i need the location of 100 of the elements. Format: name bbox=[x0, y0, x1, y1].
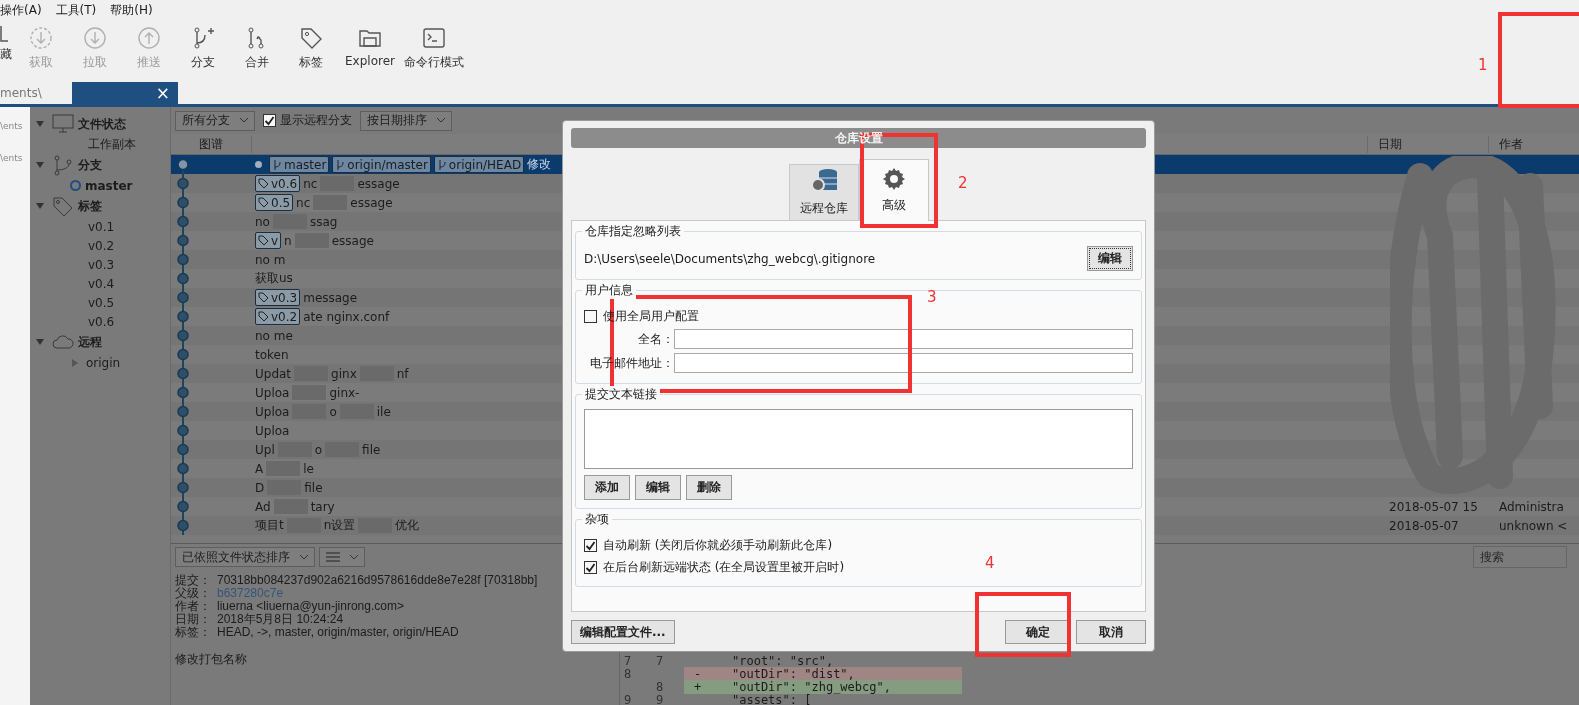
tag-icon bbox=[258, 292, 269, 303]
commit-message: ile bbox=[376, 404, 391, 419]
path-text: ments\ bbox=[0, 86, 43, 102]
commit-message: n bbox=[284, 233, 292, 248]
settings-tab[interactable]: 远程仓库 bbox=[788, 164, 859, 220]
tag-label: v0.2 bbox=[255, 308, 301, 325]
group-title: 提交文本链接 bbox=[582, 386, 660, 403]
commit-message: Updat bbox=[255, 366, 292, 381]
input-field[interactable] bbox=[674, 329, 1133, 349]
commit-message: Uploa bbox=[255, 385, 290, 400]
menu-item[interactable]: 操作(A) bbox=[0, 1, 42, 19]
annotation-number: 3 bbox=[927, 288, 937, 306]
commit-message: ginx- bbox=[329, 385, 360, 400]
commit-message: 修改 bbox=[527, 156, 552, 173]
tree-item[interactable]: v0.4 bbox=[30, 274, 170, 293]
commit-message: le bbox=[303, 461, 314, 476]
menu-item[interactable]: 工具(T) bbox=[55, 1, 97, 19]
tree-item[interactable]: v0.5 bbox=[30, 293, 170, 312]
checkbox[interactable] bbox=[584, 538, 597, 552]
tag-label: v0.6 bbox=[255, 175, 301, 192]
tree-item[interactable]: 工作副本 bbox=[30, 135, 170, 154]
list-button[interactable]: 添加 bbox=[584, 475, 630, 500]
pull-icon bbox=[83, 26, 107, 50]
toolbar-button[interactable]: Explorer bbox=[338, 26, 402, 68]
tree-item[interactable]: master bbox=[30, 176, 170, 195]
group-title: 用户信息 bbox=[582, 282, 636, 299]
branch-icon bbox=[191, 26, 215, 50]
terminal-icon bbox=[422, 26, 446, 50]
list-button[interactable]: 编辑 bbox=[635, 475, 681, 500]
checkbox[interactable] bbox=[584, 560, 597, 574]
tree-group[interactable]: 远程 bbox=[30, 331, 170, 353]
commit-message: ssag bbox=[309, 214, 338, 229]
toolbar-button[interactable]: 藏 bbox=[0, 26, 14, 63]
detail-value: HEAD, ->, master, origin/master, origin/HEAD bbox=[217, 625, 459, 639]
ok-button[interactable]: 确定 bbox=[1005, 620, 1070, 644]
tag-label: v bbox=[255, 232, 282, 249]
tree-item[interactable]: v0.1 bbox=[30, 217, 170, 236]
checkbox-label: 在后台刷新远端状态 (在全局设置里被开启时) bbox=[603, 558, 845, 576]
detail-label: 作者： bbox=[175, 599, 211, 613]
tree-item[interactable]: v0.2 bbox=[30, 236, 170, 255]
toolbar-button[interactable]: 标签 bbox=[284, 26, 338, 71]
toolbar-button[interactable]: 命令行模式 bbox=[402, 26, 466, 71]
search-field[interactable]: 搜索 bbox=[1473, 546, 1567, 568]
path-text: ents\ bbox=[0, 153, 24, 163]
checkbox[interactable] bbox=[584, 309, 597, 323]
group-title: 仓库指定忽略列表 bbox=[582, 223, 684, 240]
sort-dropdown[interactable]: 已依照文件状态排序 bbox=[175, 547, 315, 567]
edit-button[interactable]: 编辑 bbox=[1087, 246, 1133, 271]
tree-group[interactable]: 文件状态 bbox=[30, 113, 170, 135]
branch-icon bbox=[436, 158, 447, 171]
annotation-number: 4 bbox=[985, 554, 995, 572]
commit-message: essage bbox=[331, 233, 374, 248]
tag-icon bbox=[258, 235, 269, 246]
commit-node-icon bbox=[177, 462, 189, 475]
detail-label: 标签： bbox=[175, 625, 211, 639]
tree-item[interactable]: origin bbox=[30, 353, 170, 372]
column-header[interactable]: 作者 bbox=[1488, 135, 1579, 153]
tree-item[interactable]: v0.6 bbox=[30, 312, 170, 331]
line-number: 8 bbox=[656, 679, 664, 694]
input-field[interactable] bbox=[674, 353, 1133, 373]
file-path: D:\Users\seele\Documents\zhg_webcg\.gitignore bbox=[584, 251, 876, 266]
cancel-button[interactable]: 取消 bbox=[1076, 620, 1146, 644]
head-dot-icon bbox=[255, 161, 262, 168]
column-header[interactable]: 日期 bbox=[1367, 135, 1488, 153]
tree-item[interactable]: v0.3 bbox=[30, 255, 170, 274]
tag-icon bbox=[258, 197, 269, 208]
edit-config-button[interactable]: 编辑配置文件... bbox=[571, 620, 675, 644]
sort-dropdown[interactable]: 按日期排序 bbox=[360, 110, 452, 131]
line-number: 9 bbox=[656, 692, 664, 705]
tree-group[interactable]: 标签 bbox=[30, 195, 170, 217]
tag-icon bbox=[258, 178, 269, 189]
tree-group[interactable]: 分支 bbox=[30, 154, 170, 176]
caret-icon bbox=[437, 118, 445, 123]
repo-tab[interactable]: × bbox=[72, 82, 178, 104]
settings-tab[interactable]: 高级 bbox=[858, 159, 929, 221]
menu-item[interactable]: 帮助(H) bbox=[110, 1, 153, 19]
commit-node-icon bbox=[177, 443, 189, 456]
detail-value: 70318bb084237d902a6216d9578616dde8e7e28f [70318bb] bbox=[217, 573, 538, 587]
commit-node-icon bbox=[177, 348, 189, 361]
commit-message: 获取us bbox=[255, 270, 293, 287]
caret-icon bbox=[240, 118, 248, 123]
commit-message: 优化 bbox=[395, 517, 420, 534]
checkbox-label: 显示远程分支 bbox=[280, 112, 352, 129]
link-list[interactable] bbox=[584, 409, 1133, 469]
caret-icon bbox=[300, 554, 308, 560]
commit-message: essage bbox=[350, 195, 393, 210]
commit-node-icon bbox=[177, 177, 189, 190]
commit-node-icon bbox=[177, 158, 189, 171]
branch-icon bbox=[335, 158, 346, 171]
checkbox[interactable] bbox=[263, 114, 276, 127]
line-number: 9 bbox=[624, 692, 632, 705]
commit-message: no bbox=[255, 214, 270, 229]
toolbar-button[interactable]: 分支 bbox=[176, 26, 230, 71]
toolbar-button[interactable]: 合并 bbox=[230, 26, 284, 71]
column-header[interactable]: 图谱 bbox=[171, 135, 252, 153]
code-line: "assets": [ bbox=[731, 692, 812, 705]
list-button[interactable]: 删除 bbox=[686, 475, 732, 500]
author-cell: Administra bbox=[1499, 499, 1564, 514]
branch-dropdown[interactable]: 所有分支 bbox=[175, 110, 255, 131]
commit-node-icon bbox=[177, 329, 189, 342]
